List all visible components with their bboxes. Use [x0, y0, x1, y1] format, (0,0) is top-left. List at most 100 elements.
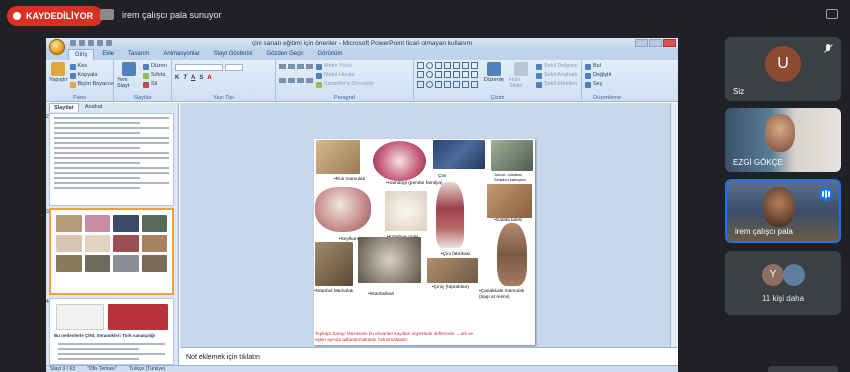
current-slide[interactable]: •Rus mamulatı •Hamangi (pembe familya) Ç…	[314, 139, 535, 345]
ribbon-tabs: Giriş Ekle Tasarım Animasyonlar Slayt Gö…	[46, 49, 678, 60]
thumb-photo	[113, 235, 139, 252]
underline-icon[interactable]: A	[191, 75, 195, 81]
participant-tile-self[interactable]: U Siz	[725, 37, 841, 101]
replace-label: Değiştir	[593, 72, 612, 78]
thumb-photo	[56, 235, 82, 252]
slide-thumb-4[interactable]: Bu nedenlerle ÇİNİ, Seramikleri Türk san…	[49, 298, 174, 365]
office-button[interactable]	[49, 39, 65, 55]
align-left-icon[interactable]	[279, 77, 286, 83]
thumb-text-line	[54, 127, 169, 129]
status-bar: Slayt 3 / 63 "Ofis Teması" Türkçe (Türki…	[46, 365, 678, 372]
pane-tabs: Slaytlar Anahat	[46, 103, 178, 112]
shape-effects-button[interactable]: Şekil Efektleri	[536, 80, 578, 89]
redo-icon[interactable]	[88, 40, 94, 46]
thumb-text-line	[58, 353, 165, 355]
tab-slideshow[interactable]: Slayt Gösterisi	[208, 49, 259, 60]
paste-button[interactable]: Yapıştır	[49, 62, 68, 89]
bullets-icon[interactable]	[279, 64, 286, 69]
slide-thumb-3[interactable]	[49, 208, 174, 295]
tab-slides[interactable]: Slaytlar	[49, 103, 79, 112]
shape-brace2-icon	[471, 71, 478, 79]
align-right-icon[interactable]	[297, 77, 304, 83]
notes-pane[interactable]: Not eklemek için tıklatın	[180, 347, 678, 365]
more-participants-tile[interactable]: Y 11 kişi daha	[725, 251, 841, 315]
justify-icon[interactable]	[306, 77, 313, 83]
shape-line2-icon	[435, 71, 442, 79]
tab-design[interactable]: Tasarım	[122, 49, 155, 60]
cut-button[interactable]: Kes	[69, 62, 114, 71]
quick-styles-button[interactable]: Hızlı Stiller	[509, 62, 533, 89]
shape-rect2-icon	[417, 71, 424, 79]
meet-window: KAYDEDİLİYOR irem çalışcı pala sunuyor ç…	[0, 0, 850, 372]
numbering-icon[interactable]	[288, 64, 295, 69]
text-direction-button[interactable]: Metin Yönü	[316, 62, 374, 71]
minimize-icon[interactable]	[635, 39, 648, 47]
slide-thumb-2[interactable]	[49, 113, 174, 206]
select-button[interactable]: Seç	[585, 80, 629, 89]
shape-line-icon	[435, 62, 442, 69]
find-button[interactable]: Bul	[585, 62, 629, 71]
reset-icon	[143, 72, 149, 79]
new-slide-button[interactable]: Yeni Slayt	[117, 62, 141, 89]
shape-star-icon	[462, 62, 469, 69]
caption-cini: Çini	[438, 174, 447, 179]
caption-hamanegi: •Hamangi (pembe familya)	[386, 181, 443, 186]
more-participants-label: 11 kişi daha	[761, 294, 805, 303]
vertical-scrollbar[interactable]	[670, 103, 678, 347]
quick-styles-label: Hızlı Stiller	[509, 77, 523, 89]
print-icon[interactable]	[106, 40, 112, 46]
thumb-photo	[108, 304, 168, 330]
delete-slide-button[interactable]: Sil	[143, 80, 167, 89]
tab-view[interactable]: Görünüm	[311, 49, 348, 60]
text-direction-icon	[316, 63, 322, 70]
font-name-combo[interactable]	[175, 64, 223, 71]
recording-badge[interactable]: KAYDEDİLİYOR	[7, 6, 104, 26]
align-text-button[interactable]: Metni Hizala	[316, 71, 374, 80]
save-icon[interactable]	[70, 40, 76, 46]
tab-outline[interactable]: Anahat	[81, 103, 106, 112]
shape-line3-icon	[435, 80, 442, 88]
shapes-gallery[interactable]	[417, 62, 479, 89]
outdent-icon[interactable]	[297, 64, 304, 69]
maximize-icon[interactable]	[649, 39, 662, 47]
indent-icon[interactable]	[306, 64, 313, 69]
layout-icon[interactable]	[826, 9, 838, 19]
italic-icon[interactable]: T	[183, 75, 187, 81]
layout-button[interactable]: Düzen	[143, 62, 167, 71]
bold-icon[interactable]: K	[175, 75, 179, 81]
new-slide-label: Yeni Slayt	[117, 77, 130, 89]
shape-outline-button[interactable]: Şekil Anahattı	[536, 71, 578, 80]
shape-star2-icon	[462, 71, 469, 79]
replace-button[interactable]: Değiştir	[585, 71, 629, 80]
align-center-icon[interactable]	[288, 77, 295, 83]
arrange-button[interactable]: Düzenle	[482, 62, 506, 89]
thumb-photo	[56, 304, 104, 330]
thumb-photo	[113, 255, 139, 272]
tab-insert[interactable]: Ekle	[96, 49, 120, 60]
photo-kutahya-cup	[385, 191, 427, 231]
thumb-text-line	[58, 358, 139, 360]
font-size-combo[interactable]	[225, 64, 243, 71]
font-color-icon[interactable]: A	[207, 75, 211, 81]
reset-button[interactable]: Sıfırla	[143, 71, 167, 80]
tab-home[interactable]: Giriş	[68, 49, 95, 60]
format-painter-label: Biçim Boyacısı	[77, 81, 114, 87]
undo-icon[interactable]	[79, 40, 85, 46]
thumb-photo	[141, 215, 167, 232]
participant-tile-ezgi[interactable]: EZGİ GÖKÇE	[725, 108, 841, 172]
participant-tile-irem[interactable]: irem çalışcı pala	[725, 179, 841, 243]
smartart-button[interactable]: SmartArt'a Dönüştür	[316, 80, 374, 89]
thumb-photo-grid	[51, 210, 172, 277]
caption-istanbulkari: •İstanbulkari	[368, 292, 395, 297]
group-clipboard: Yapıştır Kes Kopyala Biçim Boyacısı Pano	[46, 60, 114, 102]
copy-button[interactable]: Kopyala	[69, 71, 114, 80]
format-painter-button[interactable]: Biçim Boyacısı	[69, 80, 114, 89]
strike-icon[interactable]: S	[199, 75, 203, 81]
close-icon[interactable]	[663, 39, 676, 47]
open-icon[interactable]	[97, 40, 103, 46]
tab-animations[interactable]: Animasyonlar	[157, 49, 205, 60]
mic-off-icon	[823, 44, 833, 54]
shape-fill-button[interactable]: Şekil Dolgusu	[536, 62, 578, 71]
tab-review[interactable]: Gözden Geçir	[260, 49, 309, 60]
speak-bar	[825, 190, 827, 198]
